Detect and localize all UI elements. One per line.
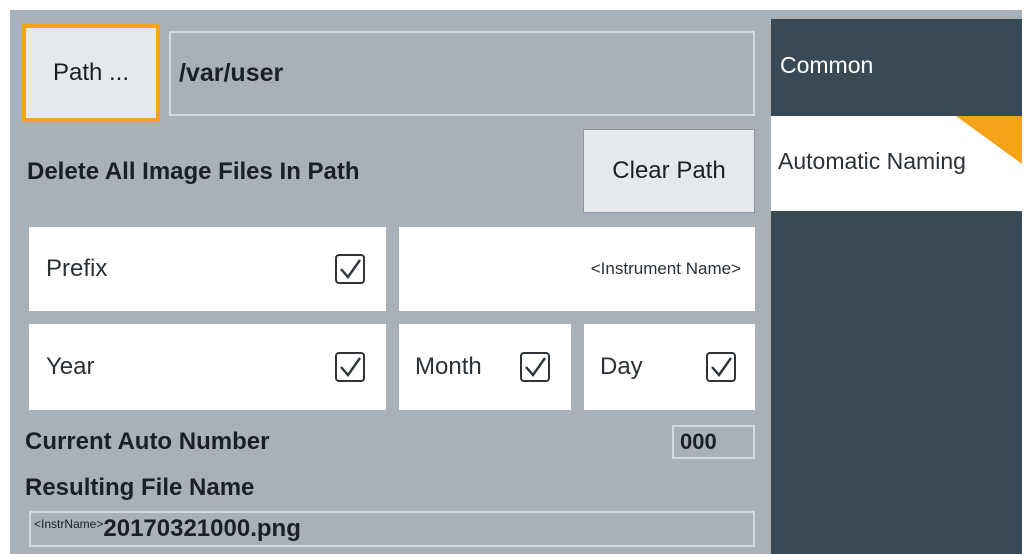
current-auto-number-value: 000 [672,425,755,459]
day-checkbox[interactable] [706,352,736,382]
automatic-naming-dialog: Path ... /var/user Delete All Image File… [0,0,1025,554]
year-checkbox[interactable] [335,352,365,382]
prefix-checkbox[interactable] [335,254,365,284]
delete-all-image-files-label: Delete All Image Files In Path [27,158,360,185]
result-name-prefix: <InstrName> [34,517,104,531]
day-option[interactable]: Day [584,324,755,410]
resulting-file-name-label: Resulting File Name [25,474,255,501]
month-option[interactable]: Month [399,324,571,410]
checkmark-icon [525,357,546,377]
prefix-option[interactable]: Prefix [29,227,386,311]
resulting-file-name-field: <InstrName> 20170321000.png [29,511,755,547]
path-field[interactable]: /var/user [169,31,755,116]
tab-sidebar-empty-area [771,211,1022,554]
year-option[interactable]: Year [29,324,386,410]
current-auto-number-label: Current Auto Number [25,428,270,455]
active-tab-corner-marker [956,116,1022,164]
tab-common[interactable]: Common [771,19,1022,116]
instrument-name-value: <Instrument Name> [590,259,741,278]
checkmark-icon [711,357,732,377]
day-label: Day [600,353,643,380]
prefix-label: Prefix [46,255,108,282]
checkmark-icon [340,259,361,279]
tab-automatic-naming-label: Automatic Naming [778,148,966,174]
year-label: Year [46,353,95,380]
instrument-name-field[interactable]: <Instrument Name> [399,227,755,311]
tab-common-label: Common [780,52,874,78]
tab-automatic-naming[interactable]: Automatic Naming [771,116,1022,211]
month-label: Month [415,353,482,380]
clear-path-button[interactable]: Clear Path [583,129,755,213]
checkmark-icon [340,357,361,377]
path-button[interactable]: Path ... [22,24,160,122]
result-name-value: 20170321000.png [103,515,301,542]
month-checkbox[interactable] [520,352,550,382]
